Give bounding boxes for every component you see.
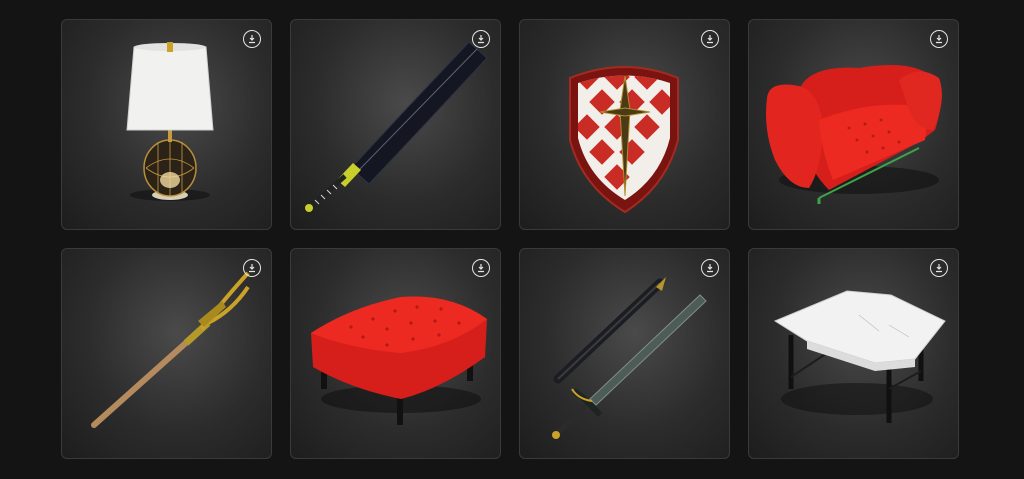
heraldic-shield-thumbnail [569,66,679,214]
asset-card-marble-table[interactable] [748,248,959,459]
broad-sword-thumbnail [305,41,488,212]
download-icon[interactable] [472,259,490,277]
download-icon[interactable] [243,259,261,277]
marble-table-thumbnail [773,290,946,423]
asset-card-sword-and-scabbard[interactable] [519,248,730,459]
table-lamp-thumbnail [126,42,214,201]
red-ottoman-thumbnail [311,296,487,425]
download-icon[interactable] [472,30,490,48]
sword-and-scabbard-thumbnail [552,277,707,439]
download-icon[interactable] [701,259,719,277]
asset-card-table-lamp[interactable] [61,19,272,230]
asset-card-broad-sword[interactable] [290,19,501,230]
asset-card-heraldic-shield[interactable] [519,19,730,230]
asset-card-red-ottoman[interactable] [290,248,501,459]
download-icon[interactable] [930,30,948,48]
pitchfork-thumbnail [91,271,250,428]
download-icon[interactable] [243,30,261,48]
asset-card-pitchfork[interactable] [61,248,272,459]
download-icon[interactable] [930,259,948,277]
asset-card-red-armchair[interactable] [748,19,959,230]
asset-grid [0,0,1024,479]
download-icon[interactable] [701,30,719,48]
red-armchair-thumbnail [766,65,942,204]
